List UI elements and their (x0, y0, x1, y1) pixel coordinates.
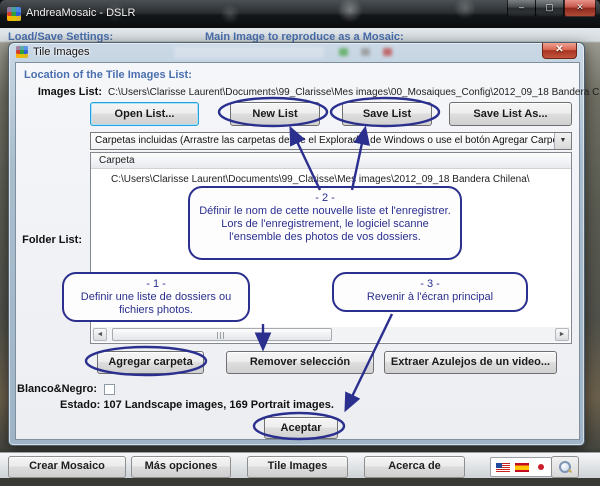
callout-2-number: - 2 - (198, 192, 452, 205)
jp-flag-icon[interactable] (535, 463, 546, 472)
magnifier-button[interactable] (551, 456, 579, 478)
status-value: 107 Landscape images, 169 Portrait image… (103, 399, 334, 411)
open-list-button[interactable]: Open List... (90, 102, 199, 126)
magnifier-icon (559, 461, 571, 473)
callout-step-1: - 1 - Definir une liste de dossiers ou f… (62, 272, 250, 322)
language-selector[interactable] (490, 457, 552, 477)
dialog-titlebar: Tile Images ✕ (9, 43, 584, 62)
images-list-path: C:\Users\Clarisse Laurent\Documents\99_C… (108, 87, 600, 98)
callout-2-text: Définir le nom de cette nouvelle liste e… (199, 205, 451, 243)
close-button[interactable]: ✕ (564, 0, 596, 17)
callout-3-text: Revenir à l'écran principal (367, 291, 493, 303)
save-list-as-button[interactable]: Save List As... (449, 102, 572, 126)
more-options-button[interactable]: Más opciones (131, 456, 231, 478)
chevron-down-icon[interactable]: ▼ (554, 133, 571, 149)
background-blur-artifact (174, 46, 324, 58)
extract-tiles-video-button[interactable]: Extraer Azulejos de un video... (384, 351, 557, 374)
status-label: Estado: (60, 399, 100, 411)
scrollbar-grip (217, 332, 226, 339)
background-blur-dot (361, 48, 370, 56)
create-mosaic-button[interactable]: Crear Mosaico (8, 456, 126, 478)
es-flag-icon[interactable] (515, 463, 529, 472)
callout-1-number: - 1 - (72, 278, 240, 291)
dialog-mosaic-icon (16, 46, 28, 58)
bottom-toolbar: Crear Mosaico Más opciones Tile Images A… (0, 452, 600, 478)
callout-3-number: - 3 - (342, 278, 518, 291)
images-list-label: Images List: (24, 86, 102, 98)
folders-dropdown-value: Carpetas incluidas (Arrastre las carpeta… (95, 135, 570, 146)
about-button[interactable]: Acerca de (364, 456, 465, 478)
tile-images-button[interactable]: Tile Images (247, 456, 348, 478)
scroll-right-icon[interactable]: ► (555, 328, 569, 341)
background-blur-dot (383, 48, 392, 56)
dialog-title: Tile Images (33, 46, 89, 58)
folders-dropdown[interactable]: Carpetas incluidas (Arrastre las carpeta… (90, 132, 572, 150)
folder-list-label: Folder List: (16, 234, 82, 246)
us-flag-icon[interactable] (496, 463, 510, 472)
black-white-checkbox[interactable] (104, 384, 115, 395)
callout-step-2: - 2 - Définir le nom de cette nouvelle l… (188, 186, 462, 260)
folder-list-row[interactable]: C:\Users\Clarisse Laurent\Documents\99_C… (111, 174, 530, 185)
scroll-left-icon[interactable]: ◄ (93, 328, 107, 341)
save-list-button[interactable]: Save List (342, 102, 432, 126)
callout-1-text: Definir une liste de dossiers ou fichier… (81, 291, 231, 316)
new-list-button[interactable]: New List (230, 102, 320, 126)
black-white-label: Blanco&Negro: (17, 383, 97, 395)
horizontal-scrollbar[interactable]: ◄ ► (92, 327, 570, 342)
add-folder-button[interactable]: Agregar carpeta (97, 351, 204, 374)
window-title: AndreaMosaic - DSLR (26, 7, 135, 19)
callout-step-3: - 3 - Revenir à l'écran principal (332, 272, 528, 312)
minimize-button[interactable]: – (507, 0, 536, 17)
background-blur-dot (339, 48, 348, 56)
section-title: Location of the Tile Images List: (24, 69, 192, 81)
scrollbar-thumb[interactable] (112, 328, 332, 341)
dialog-close-button[interactable]: ✕ (542, 43, 577, 59)
app-mosaic-icon (7, 7, 21, 21)
window-titlebar: AndreaMosaic - DSLR – ▢ ✕ (0, 0, 600, 28)
maximize-button[interactable]: ▢ (535, 0, 564, 17)
folder-list-column-header: Carpeta (91, 153, 571, 169)
accept-button[interactable]: Aceptar (264, 417, 338, 439)
status-text: Estado: 107 Landscape images, 169 Portra… (60, 399, 334, 411)
remove-selection-button[interactable]: Remover selección (226, 351, 374, 374)
